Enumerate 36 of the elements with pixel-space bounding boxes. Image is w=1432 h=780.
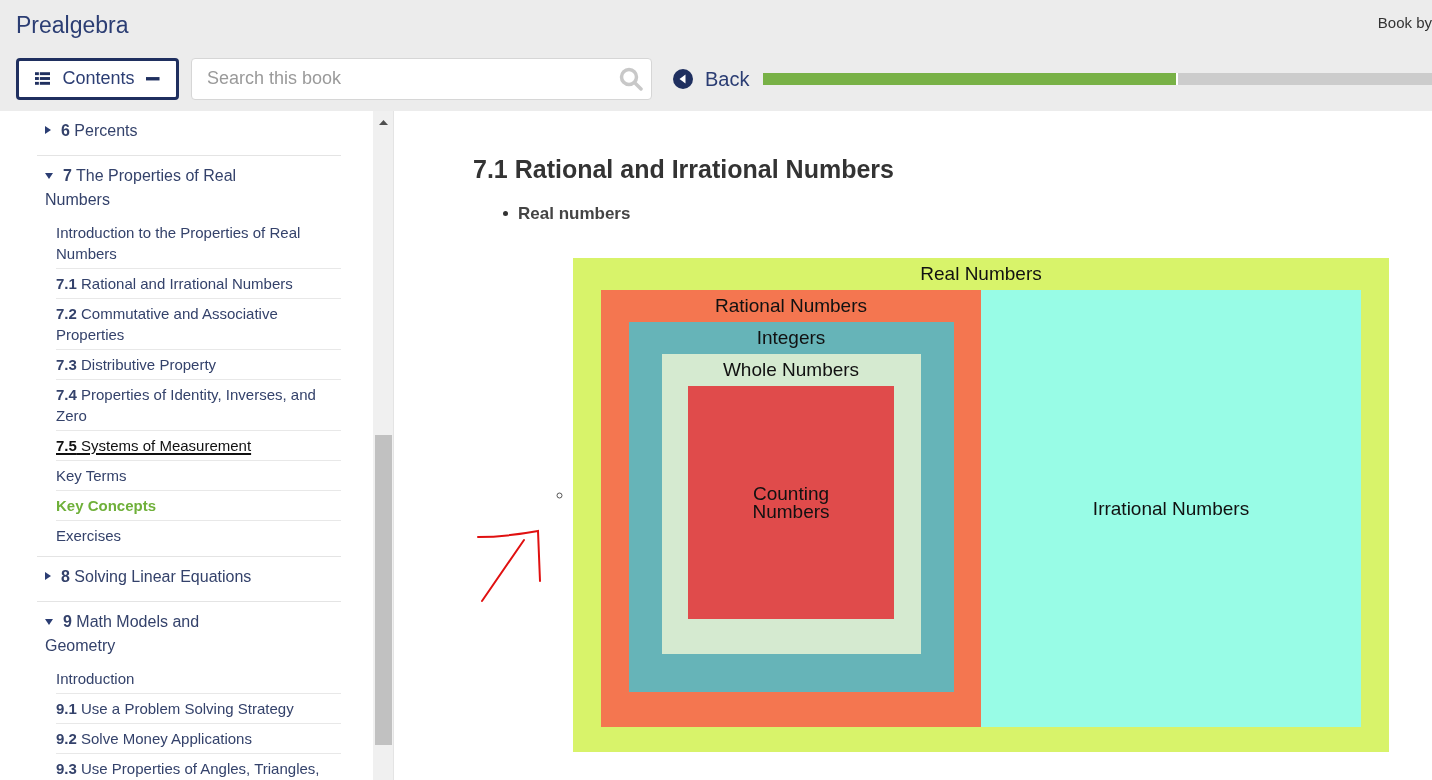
set-label: Irrational Numbers bbox=[1092, 499, 1250, 518]
set-label: Real Numbers bbox=[920, 262, 1042, 286]
toc-section-link[interactable]: 9.2 Solve Money Applications bbox=[56, 724, 341, 754]
toc-chapter-link[interactable]: 6 Percents bbox=[37, 111, 341, 149]
scrollbar[interactable] bbox=[373, 111, 393, 780]
search-field[interactable]: Search this book bbox=[191, 57, 652, 100]
set-label: Rational Numbers bbox=[714, 294, 868, 318]
toc-section-link[interactable]: 9.1 Use a Problem Solving Strategy bbox=[56, 694, 341, 724]
toc-section-link[interactable]: 7.2 Commutative and Associative Properties bbox=[56, 299, 341, 350]
toc-section-link[interactable]: Introduction bbox=[56, 664, 341, 694]
back-button[interactable]: Back bbox=[673, 63, 750, 94]
attribution-text: Book by bbox=[1377, 13, 1432, 33]
toc-section-link[interactable]: 7.1 Rational and Irrational Numbers bbox=[56, 269, 341, 299]
toc-section-link[interactable]: Exercises bbox=[56, 521, 341, 550]
hollow-bullet-icon bbox=[556, 492, 563, 499]
scroll-up-icon[interactable] bbox=[378, 120, 388, 125]
toc-chapter-link[interactable]: 8 Solving Linear Equations bbox=[37, 557, 341, 595]
list-icon bbox=[35, 72, 51, 85]
toc-chapter-link[interactable]: 7 The Properties of Real Numbers bbox=[37, 156, 341, 218]
section-heading: 7.1 Rational and Irrational Numbers bbox=[473, 154, 895, 185]
set-label: Integers bbox=[756, 326, 826, 350]
toc-section-link[interactable]: Key Terms bbox=[56, 461, 341, 491]
set-label: Whole Numbers bbox=[722, 358, 860, 382]
contents-button[interactable]: Contents bbox=[16, 57, 179, 100]
toc-section-link[interactable]: 7.4 Properties of Identity, Inverses, and Zero bbox=[56, 380, 341, 431]
bullet-text: Real numbers bbox=[518, 202, 631, 225]
toc-section-link[interactable]: 7.5 Systems of Measurement bbox=[56, 431, 341, 461]
toc-section-link[interactable]: 9.3 Use Properties of Angles, Triangles, bbox=[56, 754, 341, 780]
bullet-icon bbox=[503, 210, 508, 216]
set-label: Counting Numbers bbox=[751, 484, 831, 521]
book-title: Prealgebra bbox=[16, 11, 129, 40]
toc-section-link[interactable]: 7.3 Distributive Property bbox=[56, 350, 341, 380]
toc-chapter-link[interactable]: 9 Math Models and Geometry bbox=[37, 602, 341, 664]
search-icon bbox=[619, 66, 643, 91]
toc-section-link[interactable]: Introduction to the Properties of Real Numbers bbox=[56, 218, 341, 269]
scrollbar-thumb[interactable] bbox=[374, 435, 392, 745]
